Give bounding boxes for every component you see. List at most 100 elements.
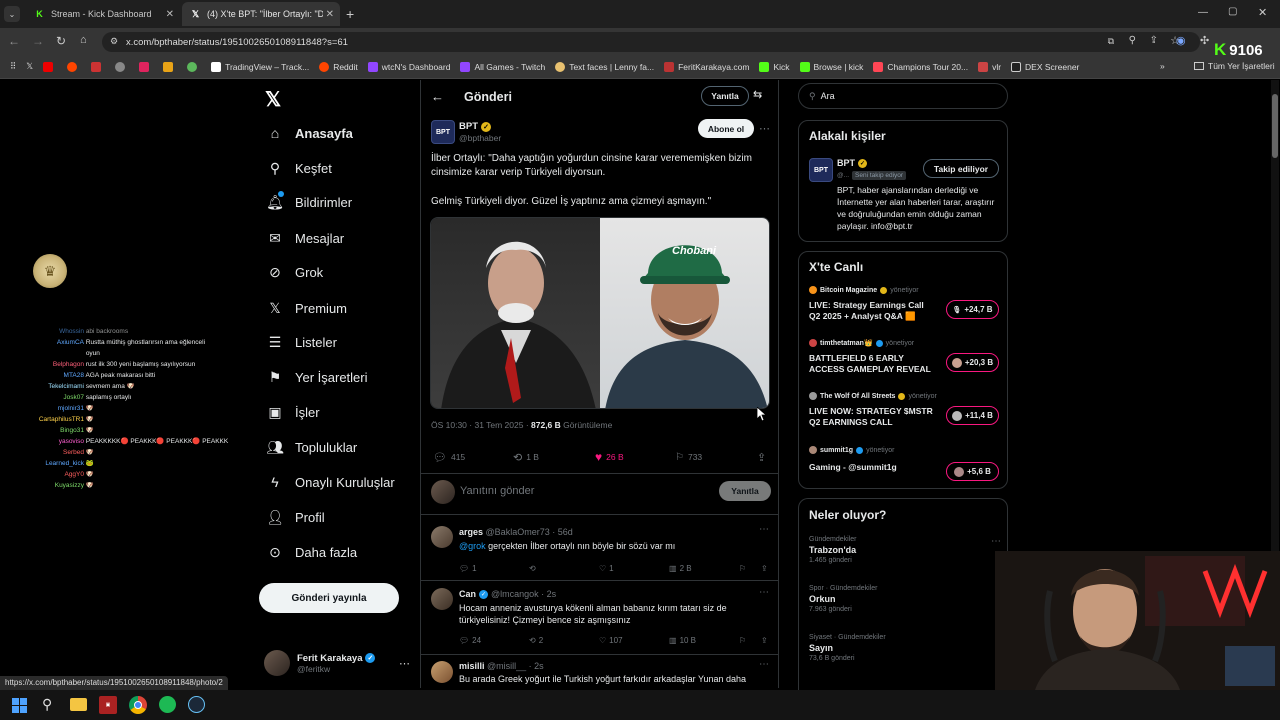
reply-mention[interactable]: @grok [459,541,486,551]
globe-bookmark-icon[interactable] [115,61,129,72]
windows-start-icon[interactable] [12,698,27,713]
extension-icon[interactable]: ◉ [1176,34,1186,47]
live-item[interactable]: summit1g yönetiyor Gaming - @summit1g +5,… [809,446,1001,486]
y-bookmark-icon[interactable] [139,61,153,72]
chrome-icon[interactable] [129,696,147,714]
nav-item-notifications[interactable]: 🔔︎ Bildirimler [266,191,352,212]
nav-item-grok[interactable]: ⊘ Grok [266,262,323,282]
more-dots-icon[interactable]: ⋯ [759,659,769,670]
bookmark-action[interactable]: ⚐ 733 [675,452,702,463]
share-icon[interactable]: ⇪ [1150,35,1158,46]
install-icon[interactable]: ⧉ [1108,36,1114,47]
reply-avatar[interactable] [431,588,453,610]
bookmark-text-faces[interactable]: Text faces | Lenny fa... [555,61,654,72]
zoom-icon[interactable]: ⚲ [1129,35,1136,46]
live-listener-count[interactable]: +11,4 B [946,406,999,425]
bookmark-icon[interactable]: ⚐ [739,564,746,573]
trend-item[interactable]: Gündemdekiler Trabzon'da 1.465 gönderi ⋯ [809,536,1001,564]
gmail-bookmark-icon[interactable] [91,61,105,72]
minimize-button[interactable]: — [1198,7,1208,18]
filter-icon[interactable]: ⇆ [753,88,762,101]
share-icon[interactable]: ⇪ [761,636,768,645]
repost-action[interactable]: ⟲ 2 [529,636,543,645]
subscribe-button[interactable]: Abone ol [698,119,754,138]
more-bookmarks-icon[interactable]: » [1160,61,1165,71]
tab-search-button[interactable]: ⌄ [4,6,20,22]
related-avatar[interactable]: BPT [809,158,833,182]
live-listener-count[interactable]: +5,6 B [946,462,999,481]
youtube-bookmark-icon[interactable] [43,61,57,72]
following-button[interactable]: Takip ediliyor [923,159,999,178]
home-button-icon[interactable]: ⌂ [80,34,87,46]
reply-tweet[interactable]: misilli @misill__ · 2s ⋯ Bu arada Greek … [421,656,779,688]
bookmark-all-games-twitch[interactable]: All Games - Twitch [460,61,545,72]
all-bookmarks-folder[interactable]: Tüm Yer İşaretleri [1194,61,1275,71]
steam-icon[interactable] [188,696,205,713]
bookmark-feritkarakaya[interactable]: FeritKarakaya.com [664,61,749,72]
search-box[interactable]: ⚲ Ara [798,83,1008,109]
taskbar-search-icon[interactable]: ⚲ [42,696,52,713]
header-reply-button[interactable]: Yanıtla [701,86,749,106]
site-info-icon[interactable]: ⚙ [110,36,118,47]
tab-x-post[interactable]: 𝕏 (4) X'te BPT: "İlber Ortaylı: "Daha ✕ [182,2,340,26]
file-explorer-icon[interactable] [70,698,87,711]
nav-item-communities[interactable]: 👥︎ Topluluklar [266,437,357,457]
reddit-small-icon[interactable] [67,61,81,72]
bookmark-icon[interactable]: ⚐ [739,636,746,645]
bookmark-browse-kick[interactable]: Browse | kick [799,61,863,72]
photo-hamdi-ulukaya[interactable]: Chobani [600,218,769,408]
nav-item-messages[interactable]: ✉ Mesajlar [266,228,344,248]
author-name-row[interactable]: BPT ✓ [459,121,491,132]
close-icon[interactable]: ✕ [326,9,334,20]
leaf-bookmark-icon[interactable] [187,61,201,72]
nav-item-verified-orgs[interactable]: ϟ Onaylı Kuruluşlar [266,472,394,492]
reload-icon[interactable]: ↻ [56,34,66,48]
close-icon[interactable]: ✕ [166,9,174,20]
x-logo-icon[interactable]: 𝕏 [265,87,281,112]
post-media[interactable]: Chobani [430,217,770,409]
new-tab-button[interactable]: + [346,6,354,22]
author-avatar[interactable]: BPT [431,120,455,144]
back-icon[interactable]: ← [8,34,20,48]
address-bar[interactable]: ⚙ x.com/bpthaber/status/1951002650108911… [102,32,1200,52]
nav-item-profile[interactable]: 👤︎ Profil [266,507,325,527]
more-dots-icon[interactable]: ⋯ [759,587,769,598]
nav-item-explore[interactable]: ⚲ Keşfet [266,158,332,178]
like-action[interactable]: ♥ 26 B [595,450,624,464]
bookmark-wtcn-dashboard[interactable]: wtcN's Dashboard [367,61,450,72]
reply-action[interactable]: 💬︎ 1 [459,564,477,573]
reply-tweet[interactable]: Can ✓ @lmcangok · 2s ⋯ Hocam anneniz avust… [421,582,779,652]
post-button[interactable]: Gönderi yayınla [259,583,399,613]
app-icon[interactable]: ▣ [99,696,117,714]
back-arrow-icon[interactable]: ← [431,89,444,104]
views-action[interactable]: ▥ 10 B [669,636,696,645]
nav-item-premium[interactable]: 𝕏 Premium [266,298,347,318]
nav-item-bookmarks[interactable]: ⚑ Yer İşaretleri [266,367,368,387]
reply-avatar[interactable] [431,526,453,548]
views-action[interactable]: ▥ 2 B [669,564,692,573]
trend-item[interactable]: Siyaset · Gündemdekiler Sayın 73,6 B gön… [809,634,999,662]
reply-input[interactable]: Yanıtını gönder [460,485,534,497]
share-icon[interactable]: ⇪ [757,451,766,464]
account-switcher[interactable]: Ferit Karakaya ✓ @feritkw ⋯ [264,648,410,678]
apps-icon[interactable]: ⠿ [10,61,16,72]
bookmark-dex-screener[interactable]: DEX Screener [1011,61,1079,72]
related-name[interactable]: BPT [837,158,855,168]
tab-kick-dashboard[interactable]: K Stream - Kick Dashboard ✕ [26,2,180,26]
bookmark-tradingview[interactable]: TradingView – Track... [211,61,309,72]
reply-submit-button[interactable]: Yanıtla [719,481,771,501]
share-icon[interactable]: ⇪ [761,564,768,573]
x-bookmark-icon[interactable]: 𝕏 [26,61,33,72]
nav-item-lists[interactable]: ☰ Listeler [266,332,337,352]
scrollbar-thumb[interactable] [1272,94,1278,158]
forward-icon[interactable]: → [32,34,44,48]
spotify-icon[interactable] [159,696,176,713]
reply-avatar[interactable] [431,661,453,683]
puzzle-icon[interactable]: ✣ [1200,34,1209,47]
live-listener-count[interactable]: +20,3 B [946,353,999,372]
reply-tweet[interactable]: arges @BaklaOmer73 · 56d ⋯ @grok gerçekt… [421,516,779,578]
more-dots-icon[interactable]: ⋯ [991,536,1001,547]
bookmark-reddit[interactable]: Reddit [319,61,358,72]
bookmark-champions-tour[interactable]: Champions Tour 20... [873,61,968,72]
like-action[interactable]: ♡ 107 [599,636,623,645]
